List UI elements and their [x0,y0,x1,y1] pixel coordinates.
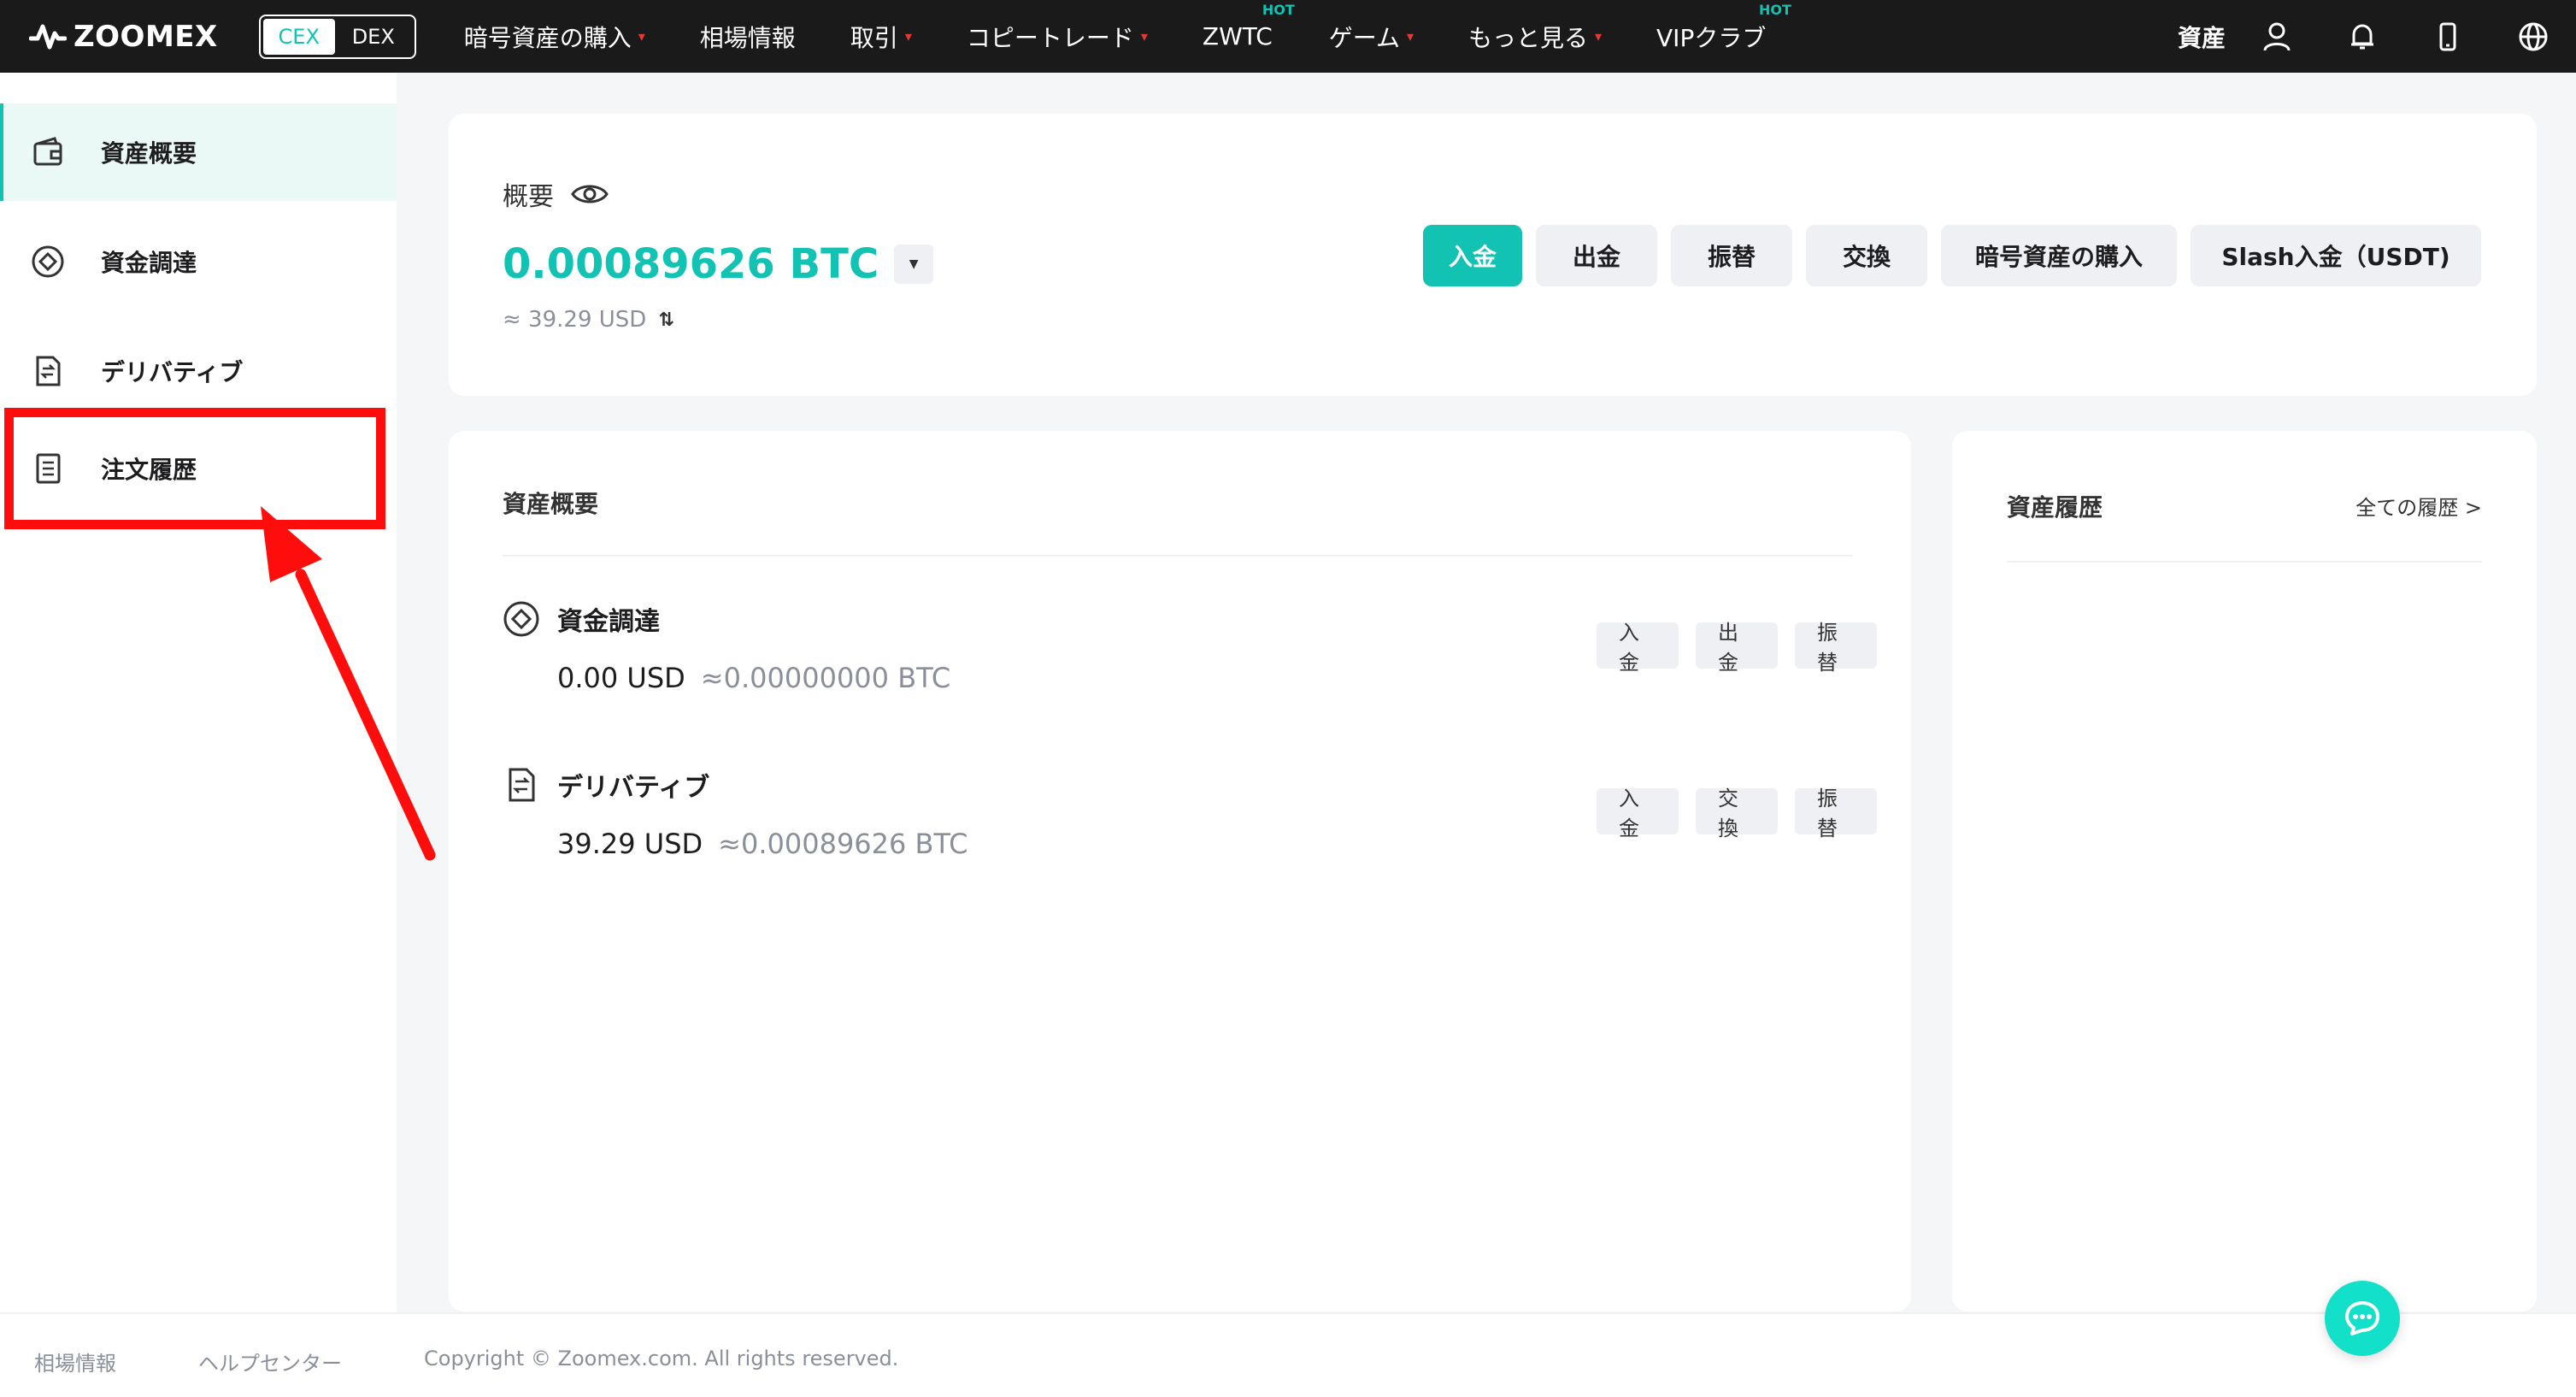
nav-item-label: ゲーム [1328,23,1400,52]
cex-dex-toggle[interactable]: CEX DEX [258,14,416,59]
asset-usd: 39.29 USD [557,828,703,860]
sidebar-item-label: デリバティブ [101,358,244,386]
bell-icon[interactable] [2345,20,2379,54]
asset-usd: 0.00 USD [557,662,685,694]
highlight-box [4,408,385,529]
history-title: 資産履歴 [2007,493,2103,522]
logo-text: ZOOMEX [74,19,218,54]
nav-item-label: コピートレード [966,23,1134,52]
diamond-icon [29,243,67,280]
withdraw-button[interactable]: 出金 [1696,621,1778,675]
nav-items: 暗号資産の購入 ▾ 相場情報 取引 ▾ コピートレード ▾ ZWTC HOT ゲ… [416,0,1791,73]
nav-item-buy-crypto[interactable]: 暗号資産の購入 ▾ [464,0,645,73]
transfer-button[interactable]: 振替 [1795,787,1877,840]
nav-item-label: 暗号資産の購入 [463,23,632,52]
nav-item-label: VIPクラブ [1656,23,1767,52]
summary-card: 概要 0.00089626 BTC ▼ ≈ 39.29 USD ⇅ 入金 出金 … [449,114,2537,396]
footer-link-help[interactable]: ヘルプセンター [198,1347,342,1376]
all-history-link[interactable]: 全ての履歴 > [2355,491,2482,521]
sidebar-item-derivatives[interactable]: デリバティブ [0,322,397,420]
globe-icon[interactable] [2516,20,2550,54]
nav-item-market[interactable]: 相場情報 [700,0,796,73]
transfer-button[interactable]: 振替 [1795,621,1877,675]
nav-item-copy-trade[interactable]: コピートレード ▾ [967,0,1148,73]
wallet-icon [29,133,67,171]
caret-down-icon: ▾ [1595,28,1603,44]
caret-down-icon: ▾ [638,28,645,44]
assets-link[interactable]: 資産 [2178,20,2226,54]
derivatives-icon [509,768,535,802]
sidebar-item-asset-overview[interactable]: 資産概要 [0,103,397,201]
withdraw-button[interactable]: 出金 [1536,225,1657,286]
slash-deposit-button[interactable]: Slash入金（USDT) [2191,225,2481,286]
dex-tab[interactable]: DEX [335,25,412,49]
summary-title: 概要 [503,175,609,213]
btc-balance: 0.00089626 BTC [503,240,879,288]
nav-item-label: 相場情報 [699,23,796,52]
deposit-button[interactable]: 入金 [1423,225,1522,286]
chat-icon [2345,1301,2379,1335]
chat-support-button[interactable] [2325,1281,2400,1356]
nav-item-vip-club[interactable]: VIPクラブ HOT [1656,0,1791,73]
total-balance: 0.00089626 BTC ▼ [503,240,934,288]
deposit-button[interactable]: 入金 [1597,621,1679,675]
nav-item-label: 取引 [850,23,898,52]
asset-row-header: 資金調達 [503,600,660,638]
assets-overview-card: 資産概要 資金調達 0.00 USD ≈0.00000000 BTC 入金 出金 … [449,431,1911,1312]
zoomex-logo-icon [29,24,67,49]
exchange-button[interactable]: 交換 [1806,225,1927,286]
swap-icon[interactable]: ⇅ [658,309,673,331]
currency-dropdown[interactable]: ▼ [894,245,934,284]
phone-icon[interactable] [2431,20,2465,54]
asset-btc: ≈0.00089626 BTC [718,828,968,860]
usd-balance-row: ≈ 39.29 USD ⇅ [503,307,674,333]
caret-down-icon: ▾ [904,28,912,44]
nav-item-trade[interactable]: 取引 ▾ [850,0,912,73]
caret-down-icon: ▾ [1140,28,1148,44]
sidebar-item-label: 資金調達 [101,249,197,277]
diamond-icon [503,601,539,637]
asset-name: デリバティブ [557,773,710,803]
asset-value: 0.00 USD ≈0.00000000 BTC [557,662,950,694]
summary-title-text: 概要 [503,182,554,212]
transfer-button[interactable]: 振替 [1671,225,1792,286]
nav-item-game[interactable]: ゲーム ▾ [1329,0,1414,73]
copyright-text: Copyright © Zoomex.com. All rights reser… [424,1347,899,1370]
asset-history-card: 資産履歴 全ての履歴 > [1952,431,2537,1312]
divider [503,555,1853,557]
nav-item-zwtc[interactable]: ZWTC HOT [1202,0,1295,73]
sidebar-item-label: 資産概要 [101,139,197,168]
nav-item-more[interactable]: もっと見る ▾ [1468,0,1602,73]
divider [2007,561,2482,563]
usd-balance: ≈ 39.29 USD [503,307,647,333]
cex-tab[interactable]: CEX [262,18,335,55]
asset-name: 資金調達 [557,607,660,637]
footer: 相場情報 ヘルプセンター Copyright © Zoomex.com. All… [0,1312,2576,1397]
assets-title: 資産概要 [503,490,599,518]
asset-value: 39.29 USD ≈0.00089626 BTC [557,828,968,860]
hot-badge: HOT [1759,2,1791,18]
user-icon[interactable] [2260,20,2294,54]
deposit-button[interactable]: 入金 [1597,787,1679,840]
action-buttons: 入金 出金 振替 交換 暗号資産の購入 Slash入金（USDT) [1423,225,2481,286]
nav-item-label: ZWTC [1202,22,1273,50]
caret-down-icon: ▼ [909,257,919,271]
sidebar-item-funding[interactable]: 資金調達 [0,213,397,310]
sidebar: 資産概要 資金調達 デリバティブ 注文履歴 [0,73,397,1312]
footer-link-market[interactable]: 相場情報 [34,1347,116,1376]
hot-badge: HOT [1262,2,1295,18]
right-nav: 資産 [2178,0,2576,73]
nav-item-label: もっと見る [1467,23,1588,52]
zoomex-logo[interactable]: ZOOMEX [29,0,218,73]
exchange-button[interactable]: 交換 [1696,787,1778,840]
top-navigation: ZOOMEX CEX DEX 暗号資産の購入 ▾ 相場情報 取引 ▾ コピートレ… [0,0,2576,73]
asset-row-header: デリバティブ [503,766,709,804]
buy-crypto-button[interactable]: 暗号資産の購入 [1941,225,2177,286]
asset-btc: ≈0.00000000 BTC [700,662,951,694]
eye-icon[interactable] [571,181,609,207]
caret-down-icon: ▾ [1406,28,1414,44]
derivatives-icon [29,352,67,390]
